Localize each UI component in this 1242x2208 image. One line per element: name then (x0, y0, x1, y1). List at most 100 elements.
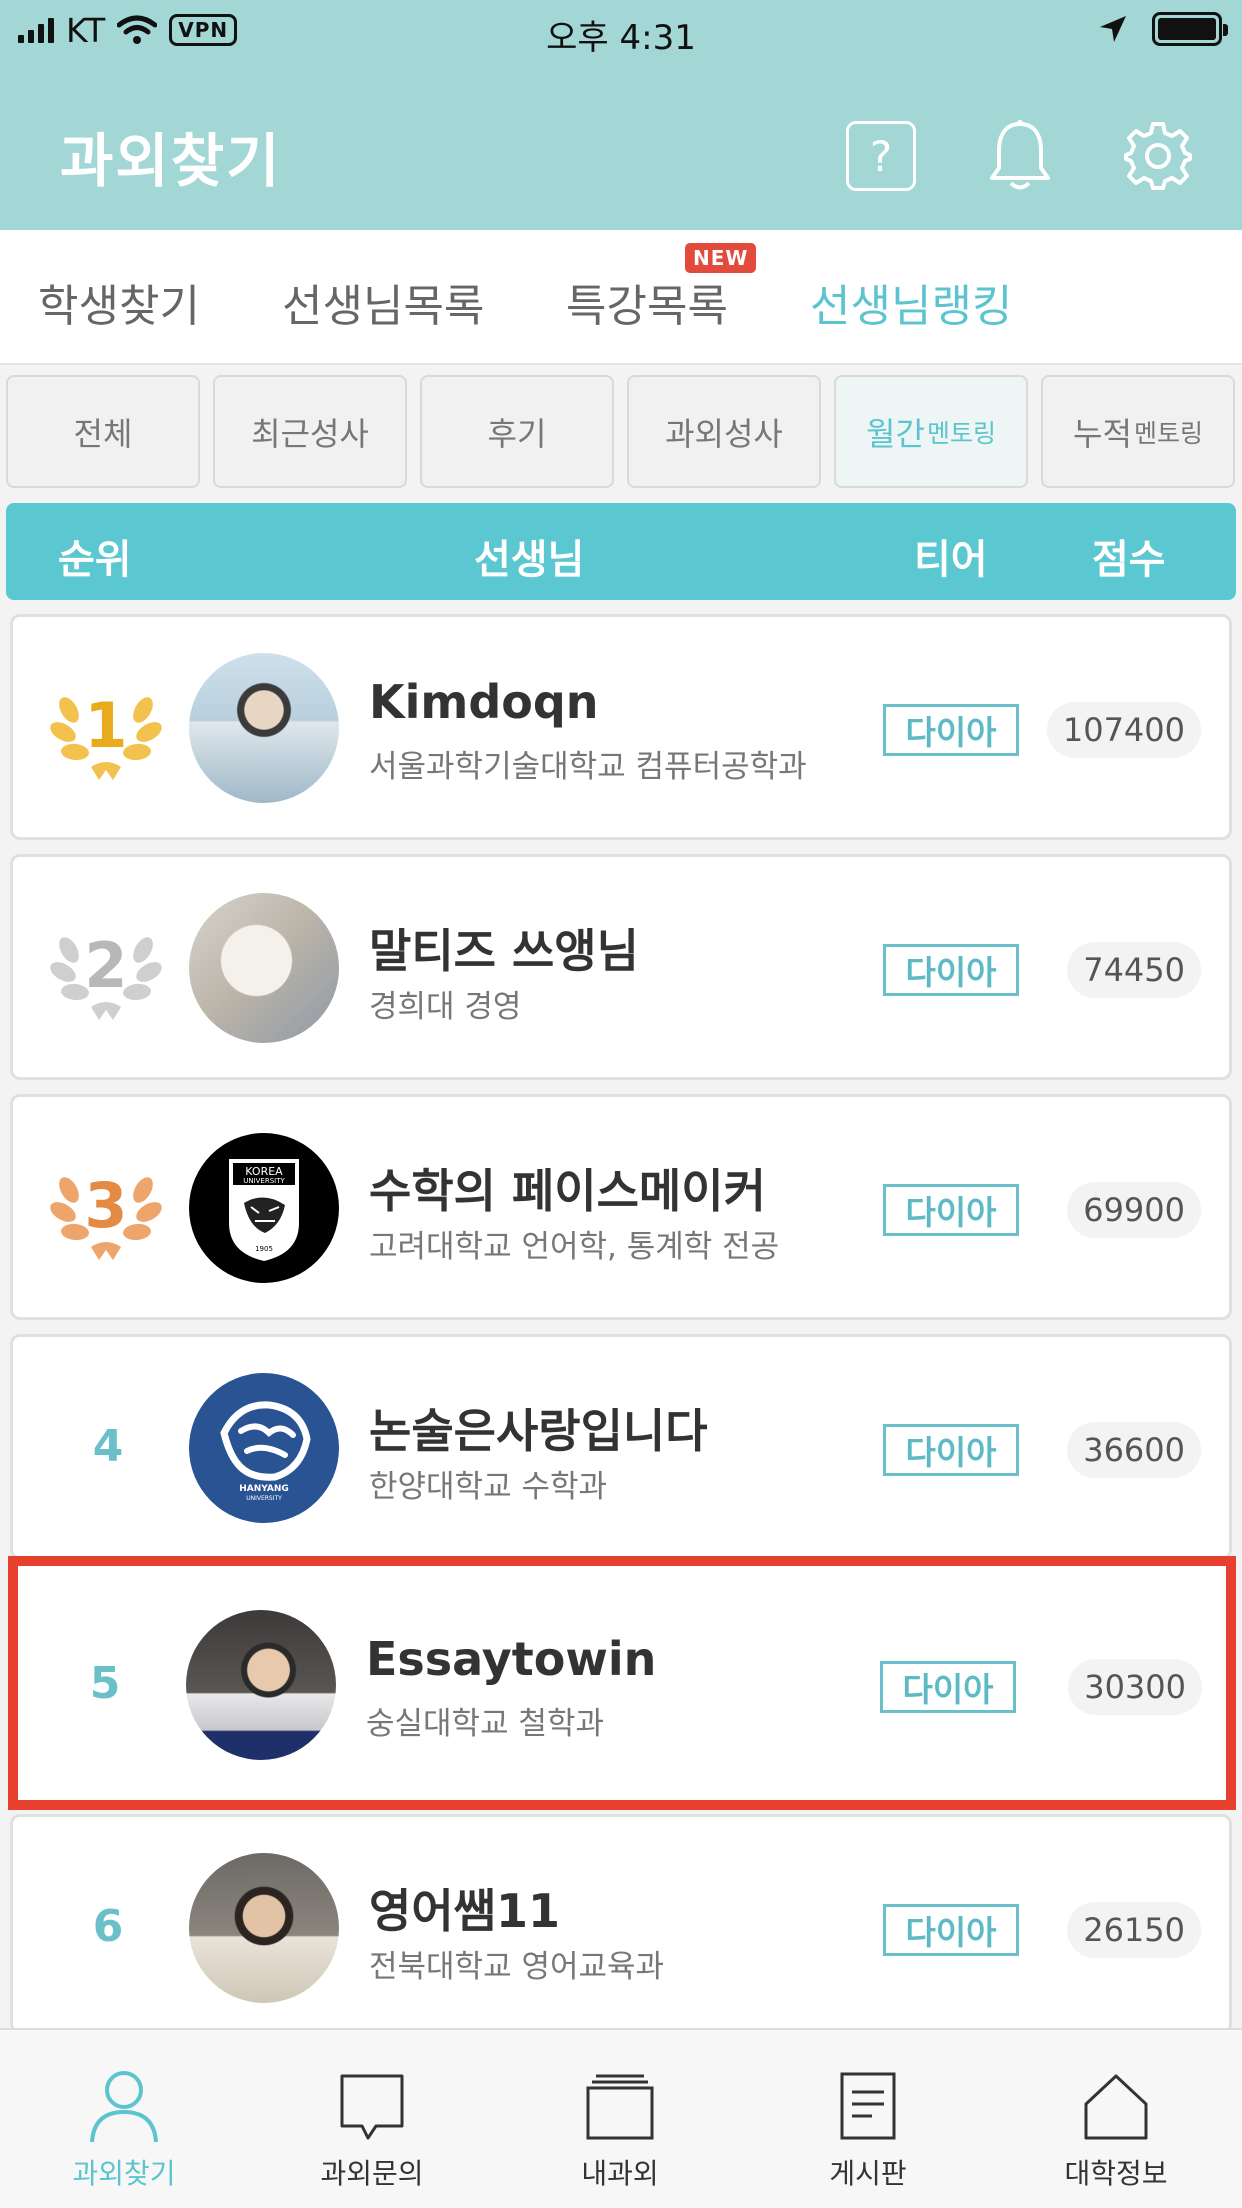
teacher-name: Essaytowin (366, 1632, 657, 1686)
score-value: 30300 (1068, 1659, 1202, 1715)
nav-find-tutoring[interactable]: 과외찾기 (0, 2030, 248, 2208)
status-right (1098, 12, 1228, 46)
tier-column-header: 티어 (914, 537, 988, 583)
home-icon (1084, 2074, 1148, 2140)
teacher-school: 전북대학교 영어교육과 (369, 1949, 665, 1985)
score-value: 107400 (1046, 702, 1201, 758)
ranking-row-4[interactable]: 4 HANYANG UNIVERSITY 논술은사랑입니다 한양대학교 수학과 … (10, 1334, 1232, 1560)
help-icon: ? (846, 121, 916, 191)
filter-suffix: 멘토링 (926, 418, 996, 448)
nav-label: 대학정보 (1064, 2157, 1168, 2190)
nav-label: 과외찾기 (72, 2157, 176, 2190)
teacher-school: 서울과학기술대학교 컴퓨터공학과 (369, 749, 807, 785)
filter-label: 전체 (73, 414, 133, 453)
ranking-filters: 전체 최근성사 후기 과외성사 월간 멘토링 누적 멘토링 (0, 375, 1242, 490)
korea-university-crest-icon: KOREA UNIVERSITY 1905 (229, 1159, 299, 1261)
filter-all-button[interactable]: 전체 (6, 375, 200, 488)
teacher-avatar (186, 1610, 336, 1760)
medal-rank-number: 3 (84, 1169, 127, 1242)
bell-icon (990, 120, 1050, 190)
filter-monthly-button[interactable]: 월간 멘토링 (834, 375, 1028, 488)
filter-label: 최근성사 (251, 414, 369, 453)
ranking-row-6[interactable]: 6 영어쌤11 전북대학교 영어교육과 다이아 26150 (10, 1814, 1232, 2034)
score-value: 36600 (1067, 1422, 1201, 1478)
page-title: 과외찾기 (60, 127, 282, 195)
teacher-school: 숭실대학교 철학과 (366, 1706, 605, 1742)
logo-text: UNIVERSITY (243, 1177, 285, 1185)
score-column-header: 점수 (1092, 537, 1166, 583)
gear-icon (1124, 122, 1192, 190)
filter-label: 월간 (866, 414, 925, 453)
new-badge: NEW (685, 243, 757, 273)
tier-badge: 다이아 (880, 1661, 1016, 1713)
gold-laurel-medal-icon: 1 (50, 689, 162, 780)
logo-text: 1905 (255, 1245, 273, 1253)
filter-review-button[interactable]: 후기 (420, 375, 614, 488)
teacher-school: 한양대학교 수학과 (369, 1469, 608, 1505)
filter-recent-button[interactable]: 최근성사 (213, 375, 407, 488)
tier-badge: 다이아 (883, 704, 1019, 756)
rank-number: 5 (89, 1658, 121, 1709)
battery-icon (1152, 12, 1228, 46)
score-value: 69900 (1067, 1182, 1201, 1238)
hanyang-university-logo: HANYANG UNIVERSITY (189, 1373, 339, 1523)
nav-university-info[interactable]: 대학정보 (992, 2030, 1240, 2208)
nav-label: 게시판 (829, 2157, 907, 2190)
score-value: 74450 (1067, 942, 1201, 998)
nav-board[interactable]: 게시판 (744, 2030, 992, 2208)
teacher-avatar (189, 893, 339, 1043)
rank-number: 6 (92, 1901, 124, 1952)
teacher-school: 고려대학교 언어학, 통계학 전공 (369, 1229, 780, 1265)
score-value: 26150 (1067, 1902, 1201, 1958)
status-time: 오후 4:31 (546, 18, 696, 58)
nav-label: 내과외 (581, 2157, 659, 2190)
filter-label: 후기 (487, 414, 547, 453)
medal-rank-number: 1 (84, 689, 127, 762)
folder-stack-icon (586, 2074, 654, 2140)
hanyang-lion-emblem-icon: HANYANG UNIVERSITY (220, 1401, 311, 1502)
teacher-avatar (189, 1853, 339, 2003)
tier-badge: 다이아 (883, 944, 1019, 996)
tab-teacher-ranking[interactable]: 선생님랭킹 (810, 270, 1012, 334)
tab-teacher-list[interactable]: 선생님목록 (282, 270, 484, 334)
teacher-name: 말티즈 쓰앵님 (369, 924, 639, 978)
silver-laurel-medal-icon: 2 (50, 929, 162, 1020)
notification-button[interactable] (984, 120, 1056, 192)
tab-special-lectures[interactable]: 특강목록 (566, 270, 728, 334)
logo-text: HANYANG (239, 1484, 289, 1494)
rank-number: 4 (92, 1421, 124, 1472)
teacher-school: 경희대 경영 (369, 989, 522, 1025)
filter-label: 과외성사 (665, 414, 783, 453)
chat-bubble-icon (340, 2074, 404, 2140)
bottom-navigation: 과외찾기 과외문의 내과외 게시판 대학정보 (0, 2028, 1242, 2208)
logo-text: UNIVERSITY (246, 1495, 282, 1502)
teacher-name: 수학의 페이스메이커 (369, 1164, 766, 1218)
nav-inquiries[interactable]: 과외문의 (248, 2030, 496, 2208)
location-arrow-icon (1100, 16, 1126, 42)
teacher-avatar (189, 653, 339, 803)
tab-student-search[interactable]: 학생찾기 (38, 270, 200, 334)
teacher-name: 영어쌤11 (369, 1884, 560, 1938)
medal-rank-number: 2 (84, 929, 127, 1002)
ranking-row-3[interactable]: 3 KOREA UNIVERSITY 1905 수학의 페이스메이커 고려대학교… (10, 1094, 1232, 1320)
ranking-row-5-highlighted[interactable]: 5 Essaytowin 숭실대학교 철학과 다이아 30300 (8, 1556, 1236, 1810)
rank-column-header: 순위 (58, 537, 132, 583)
teacher-column-header: 선생님 (474, 537, 585, 583)
tier-badge: 다이아 (883, 1184, 1019, 1236)
korea-university-logo: KOREA UNIVERSITY 1905 (189, 1133, 339, 1283)
ranking-header: 순위 선생님 티어 점수 (6, 503, 1236, 600)
teacher-name: Kimdoqn (369, 675, 599, 729)
person-icon (90, 2071, 158, 2143)
tier-badge: 다이아 (883, 1904, 1019, 1956)
help-button[interactable]: ? (845, 120, 917, 192)
filter-suffix: 멘토링 (1133, 418, 1203, 448)
ranking-row-1[interactable]: 1 Kimdoqn 서울과학기술대학교 컴퓨터공학과 다이아 107400 (10, 614, 1232, 840)
filter-matched-button[interactable]: 과외성사 (627, 375, 821, 488)
nav-my-tutoring[interactable]: 내과외 (496, 2030, 744, 2208)
document-icon (840, 2072, 896, 2140)
settings-button[interactable] (1122, 120, 1194, 192)
filter-cumulative-button[interactable]: 누적 멘토링 (1041, 375, 1235, 488)
tier-badge: 다이아 (883, 1424, 1019, 1476)
status-bar: KT VPN 오후 4:31 (0, 0, 1242, 60)
ranking-row-2[interactable]: 2 말티즈 쓰앵님 경희대 경영 다이아 74450 (10, 854, 1232, 1080)
